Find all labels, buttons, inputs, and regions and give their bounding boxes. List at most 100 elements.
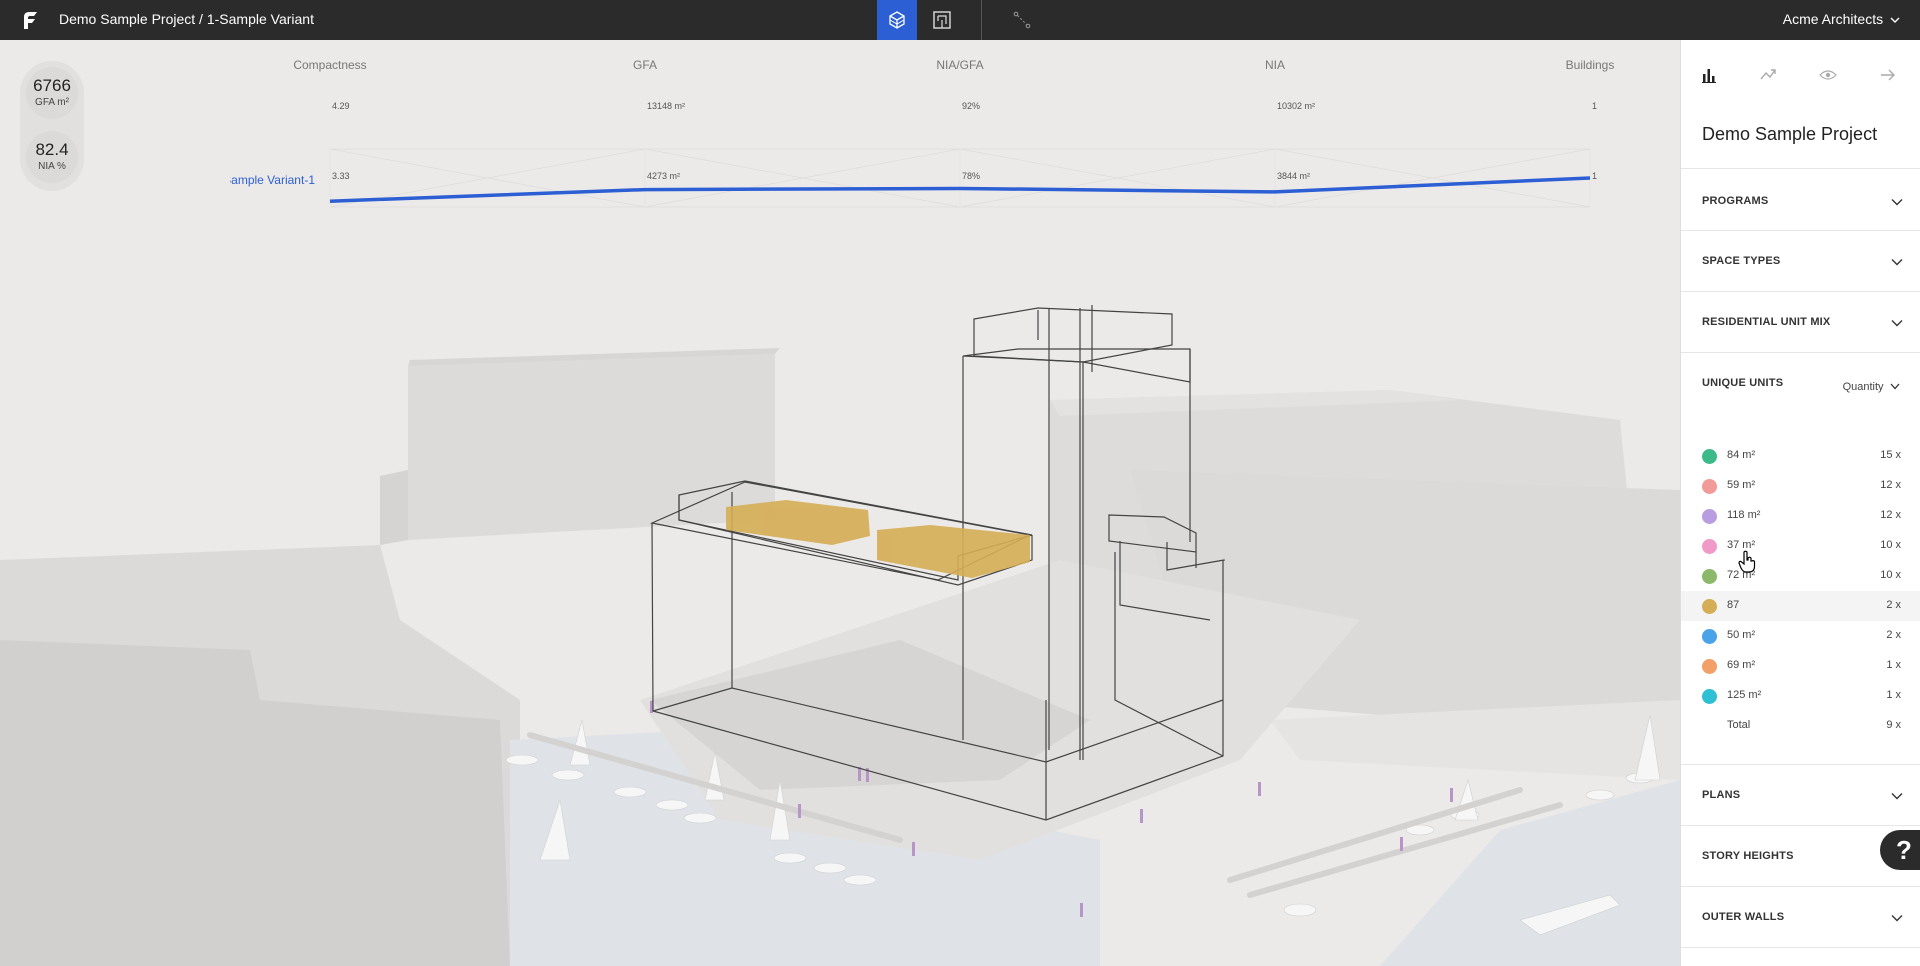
kpi-summary: 6766 GFA m² 82.4 NIA % [20,61,84,191]
unit-count: 1 x [1886,659,1901,671]
unit-row[interactable]: 37 m² 10 x [1681,531,1920,561]
section-plans[interactable]: PLANS [1681,765,1920,826]
residential-unit-mix-label: RESIDENTIAL UNIT MIX [1702,316,1831,328]
pc-tick-min: 1 [1592,171,1598,181]
sort-label: Quantity [1842,381,1884,393]
unit-color-dot [1702,659,1717,674]
chevron-down-icon [1890,383,1900,390]
programs-label: PROGRAMS [1702,195,1769,207]
pc-axis-title[interactable]: Buildings [1566,58,1615,72]
unit-color-dot [1702,599,1717,614]
nia-label: NIA % [38,161,66,172]
unit-count: 12 x [1880,509,1901,521]
right-panel: Demo Sample Project PROGRAMS SPACE TYPES… [1680,40,1920,966]
section-residential-unit-mix[interactable]: RESIDENTIAL UNIT MIX [1681,292,1920,353]
unit-row[interactable]: 87 2 x [1681,591,1920,621]
pc-tick-min: 3.33 [332,171,350,181]
unit-color-dot [1702,449,1717,464]
gfa-value: 6766 [33,76,71,95]
chevron-down-icon [1890,17,1900,23]
unit-color-dot [1702,689,1717,704]
unit-area: 125 m² [1727,689,1762,701]
pc-plot [329,148,1591,208]
total-row: Total 9 x [1681,711,1920,741]
unit-color-dot [1702,539,1717,554]
plan-view-icon [933,11,951,29]
pc-tick-min: 78% [962,171,981,181]
3d-view-button[interactable] [877,0,917,40]
unit-row[interactable]: 69 m² 1 x [1681,651,1920,681]
plans-label: PLANS [1702,789,1741,801]
unit-color-dot [1702,629,1717,644]
parallel-coordinates-chart[interactable]: Compactness 4.29 3.33 GFA 13148 m² 4273 m² NIA… [230,52,1614,212]
variants-icon [1760,69,1776,80]
unit-count: 1 x [1886,689,1901,701]
nia-kpi[interactable]: 82.4 NIA % [26,131,78,183]
unit-row[interactable]: 118 m² 12 x [1681,501,1920,531]
pc-axis-title[interactable]: NIA/GFA [936,58,983,72]
unit-area: 118 m² [1727,509,1761,521]
unit-count: 12 x [1880,479,1901,491]
sort-dropdown[interactable]: Quantity [1843,377,1900,395]
tab-variants[interactable] [1753,60,1783,90]
gfa-label: GFA m² [35,97,69,108]
unit-count: 15 x [1880,449,1901,461]
tab-chart[interactable] [1694,60,1724,90]
section-space-types[interactable]: SPACE TYPES [1681,231,1920,292]
pc-tick-min: 3844 m² [1277,171,1311,181]
chevron-down-icon [1891,793,1903,800]
total-label: Total [1727,719,1751,731]
pc-tick-max: 10302 m² [1277,101,1316,111]
toolbar-divider [981,0,982,40]
unit-row[interactable]: 50 m² 2 x [1681,621,1920,651]
eye-icon [1819,70,1837,80]
unit-color-dot [1702,479,1717,494]
unit-area: 87 [1727,599,1740,611]
unique-units-label[interactable]: UNIQUE UNITS [1702,377,1783,389]
unit-area: 50 m² [1727,629,1756,641]
pc-tick-max: 92% [962,101,981,111]
space-types-label: SPACE TYPES [1702,255,1781,267]
logo-icon[interactable] [20,9,42,31]
3d-viewport[interactable]: 6766 GFA m² 82.4 NIA % Compactness 4.29 3.… [0,40,1680,966]
measure-button[interactable] [1002,0,1042,40]
project-title: Demo Sample Project [1702,124,1878,144]
unit-area: 59 m² [1727,479,1756,491]
chevron-down-icon [1891,199,1903,206]
tab-export[interactable] [1873,60,1903,90]
organization-name: Acme Architects [1782,11,1884,27]
total-count: 9 x [1886,719,1901,731]
pc-tick-max: 4.29 [332,101,350,111]
unit-count: 2 x [1886,599,1901,611]
organization-menu[interactable]: Acme Architects [1783,11,1900,27]
unit-row[interactable]: 59 m² 12 x [1681,471,1920,501]
pc-axis-title[interactable]: GFA [633,58,657,72]
chevron-down-icon [1891,259,1903,266]
section-outer-walls[interactable]: OUTER WALLS [1681,887,1920,948]
3d-view-icon [889,11,905,29]
help-label: ? [1896,834,1912,865]
unit-row[interactable]: 72 m² 10 x [1681,561,1920,591]
unit-count: 10 x [1880,539,1901,551]
pc-axis-title[interactable]: Compactness [293,58,366,72]
chart-icon [1702,69,1716,83]
tab-visibility[interactable] [1813,60,1843,90]
unit-count: 2 x [1886,629,1901,641]
unit-count: 10 x [1880,569,1901,581]
nia-value: 82.4 [35,140,69,159]
section-programs[interactable]: PROGRAMS [1681,168,1920,231]
series-label[interactable]: 1-Sample Variant [230,173,315,187]
plan-view-button[interactable] [922,0,962,40]
unit-color-dot [1702,569,1717,584]
unit-row[interactable]: 125 m² 1 x [1681,681,1920,711]
top-bar: Demo Sample Project / 1-Sample Variant A… [0,0,1920,40]
pc-tick-max: 1 [1592,101,1598,111]
unit-row[interactable]: 84 m² 15 x [1681,441,1920,471]
help-button[interactable]: ? [1880,830,1920,870]
unit-area: 84 m² [1727,449,1756,461]
pc-tick-min: 4273 m² [647,171,681,181]
gfa-kpi[interactable]: 6766 GFA m² [26,67,78,119]
pc-axis-title[interactable]: NIA [1265,58,1285,72]
breadcrumb[interactable]: Demo Sample Project / 1-Sample Variant [59,11,314,27]
hand-cursor-icon [1738,550,1756,573]
